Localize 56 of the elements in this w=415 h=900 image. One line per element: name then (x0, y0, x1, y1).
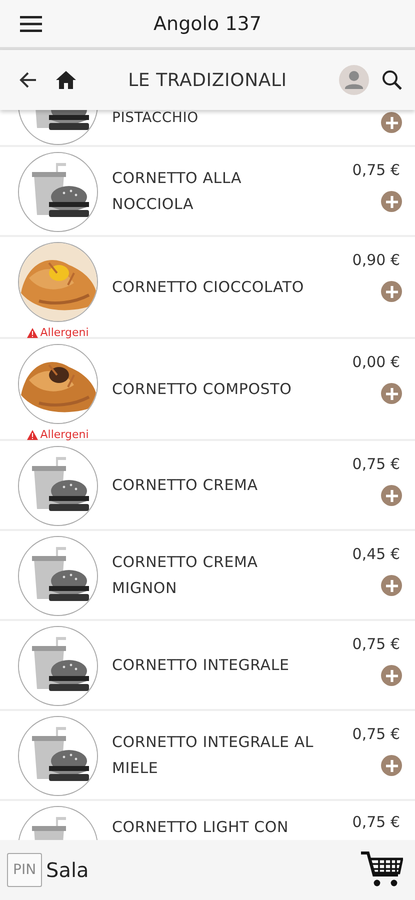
cart-icon[interactable] (361, 851, 403, 889)
product-name: CORNETTO CREMA MIGNON (111, 552, 259, 599)
app-title: Angolo 137 (152, 12, 262, 34)
product-price: 0,00 € (352, 353, 400, 371)
product-row[interactable]: CORNETTO CREMA MIGNON 0,45 € (0, 531, 415, 621)
add-button[interactable] (381, 575, 402, 596)
plus-icon (386, 490, 398, 502)
product-price: 0,45 € (352, 545, 400, 563)
add-button[interactable] (381, 383, 402, 404)
plus-icon (386, 286, 398, 298)
product-row[interactable]: CORNETTO INTEGRALE 0,75 € (0, 621, 415, 711)
add-button[interactable] (381, 665, 402, 686)
add-button[interactable] (381, 485, 402, 506)
add-button[interactable] (381, 112, 402, 133)
back-arrow-icon[interactable] (18, 70, 38, 90)
plus-icon (386, 580, 398, 592)
product-price: 0,75 € (352, 455, 400, 473)
product-row[interactable]: PISTACCHIO (0, 110, 415, 147)
plus-icon (386, 388, 398, 400)
product-row[interactable]: CORNETTO CREMA 0,75 € (0, 441, 415, 531)
product-price: 0,75 € (352, 813, 400, 831)
room-label: Sala (46, 858, 90, 882)
product-row[interactable]: Allergeni CORNETTO COMPOSTO 0,00 € (0, 339, 415, 441)
product-price: 0,90 € (352, 251, 400, 269)
add-button[interactable] (381, 191, 402, 212)
menu-icon[interactable] (20, 16, 42, 32)
allergen-link[interactable]: Allergeni (27, 326, 89, 339)
product-name: CORNETTO COMPOSTO (111, 379, 293, 400)
user-avatar-icon[interactable] (339, 65, 369, 95)
add-button[interactable] (381, 755, 402, 776)
product-row[interactable]: CORNETTO ALLA NOCCIOLA 0,75 € (0, 147, 415, 237)
plus-icon (386, 116, 398, 128)
plus-icon (386, 760, 398, 772)
product-name: CORNETTO CIOCCOLATO (111, 277, 305, 298)
product-name: CORNETTO INTEGRALE (111, 655, 290, 676)
add-button[interactable] (381, 281, 402, 302)
home-icon[interactable] (56, 70, 76, 90)
plus-icon (386, 196, 398, 208)
product-price: 0,75 € (352, 161, 400, 179)
warning-icon (27, 430, 38, 440)
search-icon[interactable] (381, 69, 403, 91)
product-name: CORNETTO INTEGRALE AL MIELE (111, 732, 315, 779)
product-price: 0,75 € (352, 635, 400, 653)
product-row[interactable]: CORNETTO INTEGRALE AL MIELE 0,75 € (0, 711, 415, 801)
category-title: LE TRADIZIONALI (127, 70, 288, 90)
product-name: CORNETTO CREMA (111, 475, 259, 496)
plus-icon (386, 670, 398, 682)
product-price: 0,75 € (352, 725, 400, 743)
product-name: CORNETTO ALLA NOCCIOLA (111, 168, 243, 215)
product-name: PISTACCHIO (111, 110, 200, 128)
allergen-label: Allergeni (40, 428, 89, 441)
warning-icon (27, 328, 38, 338)
product-name: CORNETTO LIGHT CON (111, 817, 290, 838)
allergen-label: Allergeni (40, 326, 89, 339)
product-row[interactable]: Allergeni CORNETTO CIOCCOLATO 0,90 € (0, 237, 415, 339)
allergen-link[interactable]: Allergeni (27, 428, 89, 441)
